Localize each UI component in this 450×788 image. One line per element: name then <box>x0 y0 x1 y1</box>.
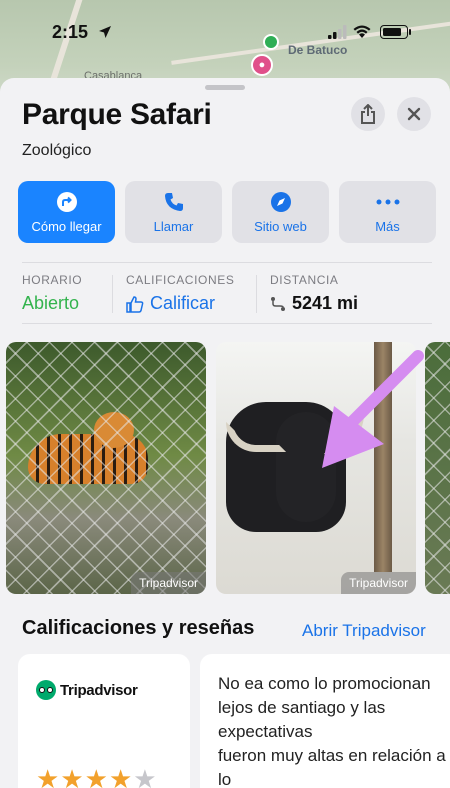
star-rating: ★★★★★ <box>36 764 158 788</box>
more-label: Más <box>375 218 400 234</box>
photo-credit: Tripadvisor <box>131 572 206 594</box>
battery-icon <box>380 25 408 39</box>
place-title: Parque Safari <box>22 98 212 131</box>
open-tripadvisor-link[interactable]: Abrir Tripadvisor <box>302 621 426 641</box>
route-icon <box>271 296 285 311</box>
distance-value-row: 5241 mi <box>270 293 358 314</box>
star-empty-icon: ★ <box>133 764 158 788</box>
place-category: Zoológico <box>22 142 92 159</box>
directions-button[interactable]: Cómo llegar <box>18 181 115 243</box>
directions-label: Cómo llegar <box>31 218 102 234</box>
hours-value: Abierto <box>22 293 80 313</box>
chain-fence <box>6 342 206 594</box>
status-bar: 2:15 <box>0 0 450 60</box>
tripadvisor-logo: Tripadvisor <box>36 680 138 700</box>
ratings-section-title: Calificaciones y reseñas <box>22 617 255 639</box>
ratings-info[interactable]: CALIFICACIONES Calificar <box>126 273 234 314</box>
info-divider <box>256 275 257 313</box>
rate-action[interactable]: Calificar <box>126 293 234 314</box>
hours-info[interactable]: HORARIO Abierto <box>22 273 82 314</box>
star-icon: ★ <box>60 764 85 788</box>
review-text: No ea como lo promocionan lejos de santi… <box>218 674 446 788</box>
review-card[interactable]: No ea como lo promocionan lejos de santi… <box>200 654 450 788</box>
ratings-label: CALIFICACIONES <box>126 273 235 287</box>
close-icon <box>407 107 421 121</box>
cellular-signal-icon <box>328 25 347 39</box>
call-button[interactable]: Llamar <box>125 181 222 243</box>
info-divider <box>112 275 113 313</box>
tripadvisor-owl-icon <box>36 680 56 700</box>
status-time: 2:15 <box>52 22 89 42</box>
star-icon: ★ <box>84 764 109 788</box>
star-icon: ★ <box>36 764 61 788</box>
share-button[interactable] <box>351 97 385 131</box>
rate-label: Calificar <box>150 293 216 313</box>
tripadvisor-wordmark: Tripadvisor <box>60 681 138 699</box>
share-icon <box>361 104 375 124</box>
thumbs-up-icon <box>126 295 144 313</box>
battery-tip <box>409 29 411 35</box>
more-button[interactable]: Más <box>339 181 436 243</box>
more-icon <box>376 199 399 204</box>
action-buttons-row: Cómo llegar Llamar Sitio web Más <box>18 181 436 243</box>
hours-label: HORARIO <box>22 273 83 287</box>
website-button[interactable]: Sitio web <box>232 181 329 243</box>
compass-icon <box>270 191 291 212</box>
close-button[interactable] <box>397 97 431 131</box>
distance-label: DISTANCIA <box>270 273 339 287</box>
distance-info: DISTANCIA 5241 mi <box>270 273 358 314</box>
annotation-arrow-icon <box>322 350 424 468</box>
sheet-grabber[interactable] <box>205 85 245 90</box>
website-label: Sitio web <box>254 218 307 234</box>
directions-icon <box>56 191 77 212</box>
photo-tiger[interactable]: Tripadvisor <box>6 342 206 594</box>
tripadvisor-rating-card[interactable]: Tripadvisor ★★★★★ <box>18 654 190 788</box>
distance-value: 5241 mi <box>292 293 359 313</box>
star-icon: ★ <box>108 764 134 788</box>
call-label: Llamar <box>153 218 194 234</box>
wifi-icon <box>353 25 371 38</box>
info-row: HORARIO Abierto CALIFICACIONES Calificar… <box>22 262 432 324</box>
location-arrow-icon <box>99 26 111 38</box>
place-card-sheet: Parque Safari Zoológico Cómo llegar Llam… <box>0 78 450 788</box>
photo-credit: Tripadvisor <box>341 572 416 594</box>
phone-icon <box>164 192 183 211</box>
